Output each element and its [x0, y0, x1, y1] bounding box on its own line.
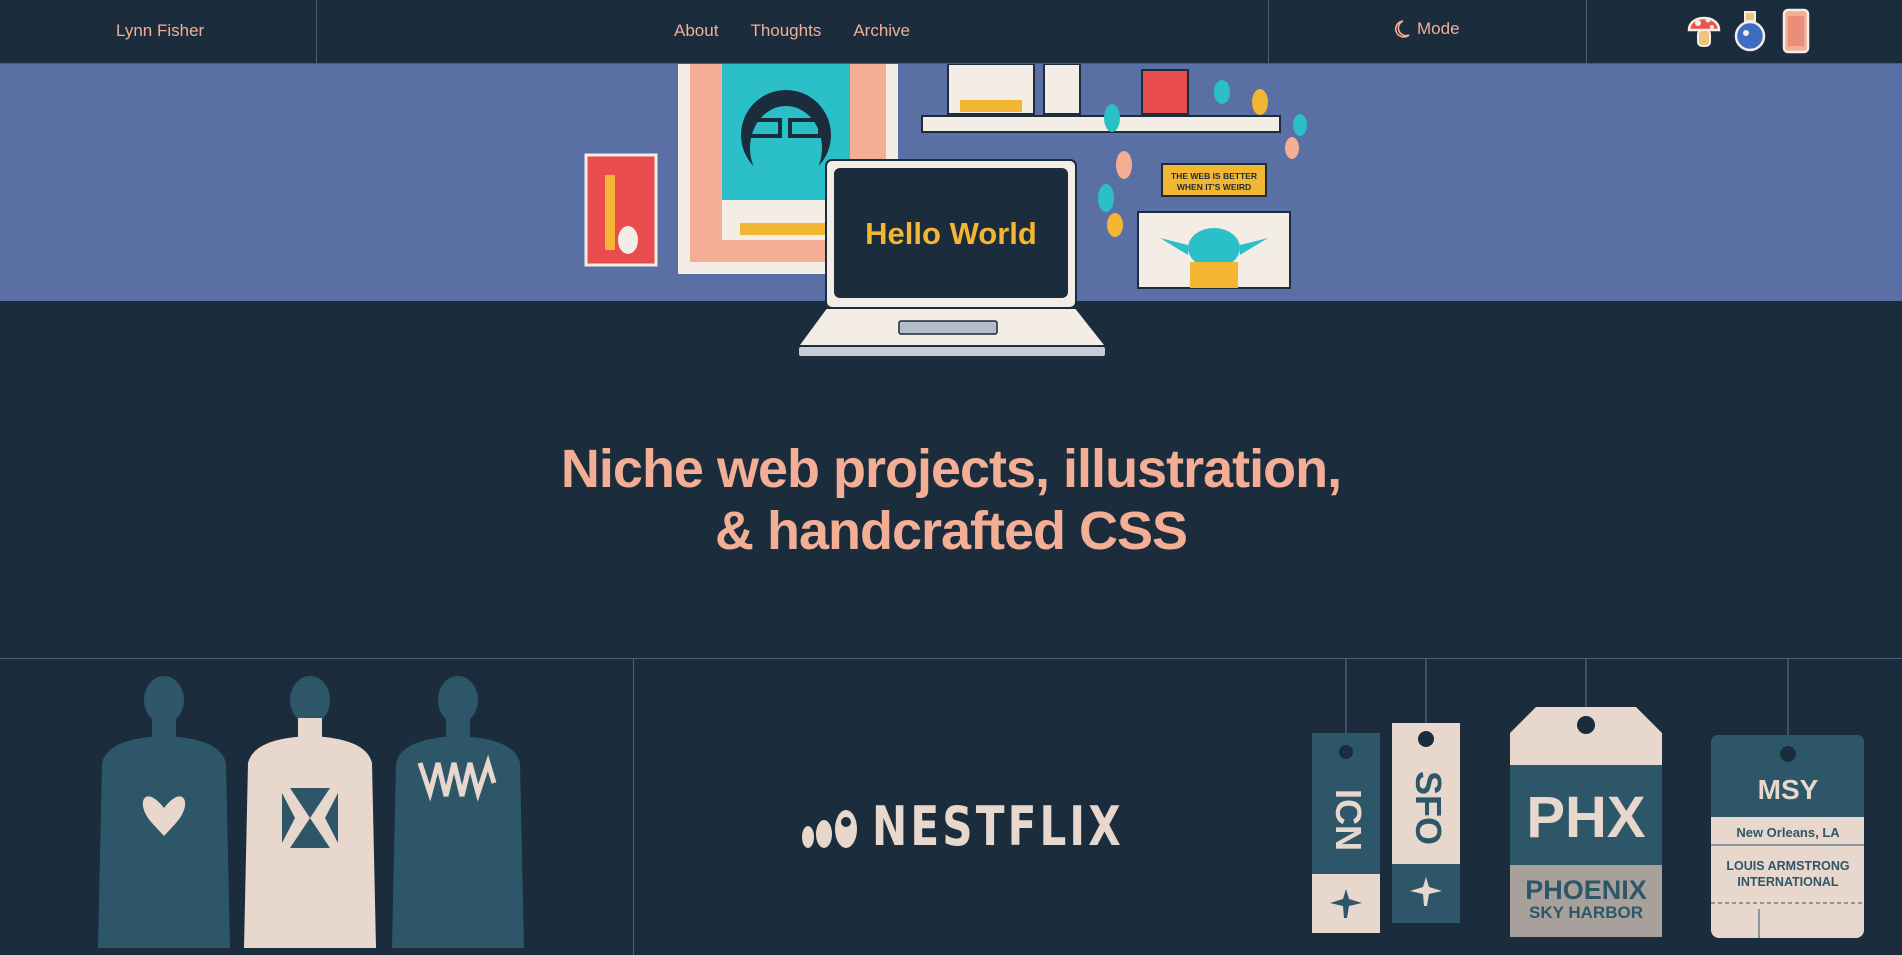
nestflix-wordmark: NESTFLIX: [872, 795, 1124, 858]
baby-yoda-photo-image: [1137, 211, 1291, 289]
phx-code: PHX: [1526, 785, 1646, 850]
nav-about-link[interactable]: About: [674, 21, 718, 41]
phone-badge-icon[interactable]: [1778, 8, 1814, 54]
main-nav: About Thoughts Archive: [674, 21, 910, 41]
nav-archive-link[interactable]: Archive: [853, 21, 910, 41]
projects-grid-column-divider: [633, 658, 634, 955]
page: Lynn Fisher About Thoughts Archive Mode: [0, 0, 1902, 955]
icn-code: ICN: [1328, 789, 1369, 851]
mode-toggle-button[interactable]: Mode: [1393, 19, 1460, 39]
tagline-line1: Niche web projects, illustration,: [560, 439, 1342, 499]
icn-tag: ICN: [1312, 733, 1380, 933]
msy-city: New Orleans, LA: [1736, 825, 1840, 840]
laptop-screen-text: Hello World: [865, 216, 1037, 251]
sign-line1: THE WEB IS BETTER: [1171, 171, 1257, 181]
msy-name2: INTERNATIONAL: [1737, 875, 1839, 889]
sfo-code: SFO: [1408, 771, 1449, 845]
nav-thoughts-link[interactable]: Thoughts: [750, 21, 821, 41]
moon-icon: [1394, 20, 1410, 38]
potion-badge-icon[interactable]: [1732, 8, 1768, 54]
bottle-poster-image: [584, 153, 658, 267]
phx-name2: SKY HARBOR: [1529, 903, 1643, 922]
laptop-image: Hello World: [796, 159, 1109, 358]
header-cell-nav: About Thoughts Archive: [317, 0, 1269, 64]
airport-tags-project-image[interactable]: ICN SFO PHX PHOENIX SKY HARBOR MSY New O…: [1300, 659, 1902, 955]
header-cell-mode: Mode: [1269, 0, 1587, 64]
tagline-line2: & handcrafted CSS: [714, 501, 1188, 561]
badge-group: [1686, 8, 1814, 54]
sweater-figure-lightning: [392, 676, 524, 948]
nesting-dolls-icon: [802, 809, 857, 848]
phx-tag: PHX PHOENIX SKY HARBOR: [1510, 707, 1662, 937]
header-cell-brand: Lynn Fisher: [0, 0, 317, 64]
phx-name1: PHOENIX: [1525, 875, 1647, 905]
msy-code: MSY: [1758, 774, 1819, 805]
hero-tagline: Niche web projects, illustration, & hand…: [0, 438, 1902, 562]
msy-name1: LOUIS ARMSTRONG: [1726, 859, 1849, 873]
sweaters-project-image[interactable]: [90, 668, 550, 955]
sign-line2: WHEN IT'S WEIRD: [1177, 182, 1251, 192]
nestflix-project-link[interactable]: NESTFLIX: [800, 795, 1195, 858]
msy-tag: MSY New Orleans, LA LOUIS ARMSTRONG INTE…: [1711, 735, 1864, 938]
sfo-tag: SFO: [1392, 723, 1460, 923]
sweater-figure-heart: [98, 676, 230, 948]
mushroom-badge-icon[interactable]: [1686, 8, 1722, 54]
sweater-figure-pattern: [244, 676, 376, 948]
site-header: Lynn Fisher About Thoughts Archive Mode: [0, 0, 1902, 64]
site-brand-link[interactable]: Lynn Fisher: [116, 21, 204, 41]
mode-label: Mode: [1417, 19, 1460, 38]
weird-web-sign: THE WEB IS BETTER WHEN IT'S WEIRD: [1161, 163, 1267, 197]
